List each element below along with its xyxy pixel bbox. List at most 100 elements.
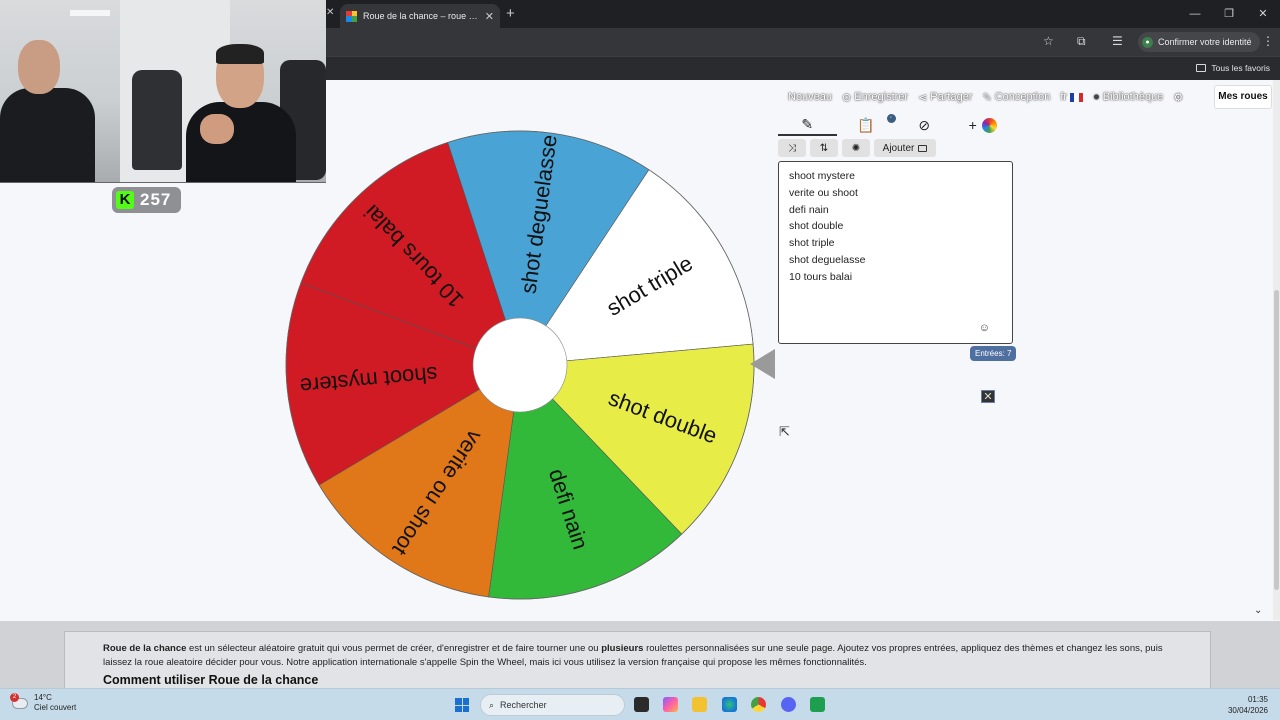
browser-tab[interactable]: Roue de la chance – roue aléatoire ✕ <box>340 4 500 28</box>
webcam-overlay <box>0 0 326 183</box>
close-tab-icon[interactable]: ✕ <box>326 7 334 18</box>
search-placeholder: Rechercher <box>500 700 547 710</box>
site-nav: Nouveau ⊙ Enregistrer ⋖ Partager ✎ Concepti… <box>788 86 1183 108</box>
save-link[interactable]: ⊙ Enregistrer <box>842 91 908 104</box>
search-icon: ⌕ <box>489 699 495 710</box>
entry-line: shot triple <box>789 237 835 250</box>
image-icon <box>918 144 928 152</box>
ai-button[interactable]: ✺ <box>842 139 870 157</box>
info-heading: Comment utiliser Roue de la chance <box>103 673 319 687</box>
clock-time: 01:35 <box>1247 695 1268 704</box>
app-icon[interactable] <box>810 697 825 712</box>
tab-title: Roue de la chance – roue aléatoire <box>363 11 479 21</box>
france-flag-icon <box>1070 92 1084 102</box>
eye-slash-icon: ⊘ <box>918 116 931 133</box>
globe-icon: ● <box>1093 91 1100 103</box>
maximize-button[interactable]: ❐ <box>1212 0 1246 28</box>
kick-logo-icon: K <box>116 191 134 209</box>
shuffle-icon: ⤨ <box>788 142 796 154</box>
webcam-person-left <box>0 40 95 182</box>
identity-label: Confirmer votre identité <box>1158 37 1252 47</box>
sort-button[interactable]: ⇅ <box>810 139 838 157</box>
page-scrollbar[interactable] <box>1273 80 1280 620</box>
chevron-down-icon[interactable]: ⌄ <box>1254 605 1262 616</box>
reading-list-icon[interactable]: ☰ <box>1112 34 1123 48</box>
mouse-cursor-icon: ⇱ <box>779 424 790 439</box>
info-panel: Roue de la chance est un sélecteur aléat… <box>64 631 1211 691</box>
pencil-icon: ✎ <box>801 115 814 132</box>
panel-tabs: ✎ 📋 ◦ ⊘ + <box>778 114 1012 136</box>
close-icon[interactable]: ✕ <box>981 390 995 403</box>
wheel-pointer-icon <box>750 349 775 379</box>
system-clock[interactable]: 01:35 30/04/2026 <box>1228 694 1268 716</box>
info-paragraph: Roue de la chance est un sélecteur aléat… <box>103 643 1163 668</box>
site-favicon-icon <box>346 10 357 22</box>
weather-condition: Ciel couvert <box>34 703 77 712</box>
windows-start-icon[interactable] <box>455 698 469 712</box>
entry-line: verite ou shoot <box>789 186 858 199</box>
kick-follower-badge: K 257 <box>112 187 181 213</box>
emoji-icon[interactable]: ☺ <box>979 322 990 334</box>
weather-widget[interactable]: 2 14°C Ciel couvert <box>10 692 77 713</box>
entries-textarea[interactable]: shoot mystere verite ou shoot defi nain … <box>778 161 1013 344</box>
color-palette-icon <box>981 117 997 133</box>
share-icon: ⋖ <box>918 91 928 104</box>
tab-hide[interactable]: ⊘ <box>895 114 954 136</box>
close-window-button[interactable]: ✕ <box>1246 0 1280 28</box>
file-explorer-icon[interactable] <box>692 697 707 712</box>
all-bookmarks-label: Tous les favoris <box>1211 63 1270 73</box>
my-wheels-button[interactable]: Mes roues <box>1214 85 1272 109</box>
browser-menu-icon[interactable]: ⋮ <box>1262 34 1274 48</box>
design-link[interactable]: ✎ Conception <box>982 91 1050 104</box>
edge-icon[interactable] <box>722 697 737 712</box>
entry-line: shot deguelasse <box>789 253 866 266</box>
discord-icon[interactable] <box>781 697 796 712</box>
entry-line: defi nain <box>789 203 829 216</box>
taskbar-search[interactable]: ⌕ Rechercher <box>480 694 625 716</box>
tab-add-wheel[interactable]: + <box>954 114 1013 136</box>
notification-badge: 2 <box>10 692 19 702</box>
clipboard-icon: 📋 <box>857 116 875 133</box>
share-link[interactable]: ⋖ Partager <box>918 91 972 104</box>
save-icon: ⊙ <box>842 91 852 104</box>
temperature: 14°C <box>34 693 52 702</box>
windows-taskbar: 2 14°C Ciel couvert ⌕ Rechercher 01:35 30… <box>0 688 1280 720</box>
tab-edit[interactable]: ✎ <box>778 114 837 136</box>
settings-gear-icon[interactable]: ⚙ <box>1173 91 1183 104</box>
extensions-icon[interactable]: ⧉ <box>1077 34 1086 49</box>
window-controls: — ❐ ✕ <box>1178 0 1280 28</box>
webcam-chair <box>132 70 182 170</box>
tab-results[interactable]: 📋 ◦ <box>837 114 896 136</box>
chrome-icon[interactable] <box>751 697 766 712</box>
language-selector[interactable]: fr <box>1060 91 1084 103</box>
entry-tools: ⤨ ⇅ ✺ Ajouter <box>778 139 936 157</box>
wheel-svg[interactable]: shot deguelasse shot tripleshot doubledef… <box>280 125 760 605</box>
shuffle-button[interactable]: ⤨ <box>778 139 806 157</box>
wheel-center[interactable] <box>472 317 568 413</box>
bookmark-star-icon[interactable]: ☆ <box>1043 34 1054 48</box>
entry-line: 10 tours balai <box>789 270 853 283</box>
task-view-icon[interactable] <box>634 697 649 712</box>
entry-line: shot double <box>789 220 844 233</box>
identity-button[interactable]: ● Confirmer votre identité <box>1138 32 1260 52</box>
wheel[interactable]: shot deguelasse shot triple shot double def… <box>280 125 760 605</box>
openai-icon: ✺ <box>851 142 861 154</box>
pencil-icon: ✎ <box>982 91 992 104</box>
new-tab-button[interactable]: + <box>506 5 515 22</box>
plus-icon: + <box>968 117 977 133</box>
webcam-ceiling-light <box>70 10 110 16</box>
entry-line: shoot mystere <box>789 170 855 182</box>
profile-avatar-icon: ● <box>1142 36 1153 48</box>
all-bookmarks-button[interactable]: Tous les favoris <box>1196 63 1270 73</box>
cloud-icon: 2 <box>10 692 28 709</box>
add-image-button[interactable]: Ajouter <box>874 139 936 157</box>
new-wheel-link[interactable]: Nouveau <box>788 91 832 103</box>
clock-date: 30/04/2026 <box>1227 706 1268 715</box>
folder-icon <box>1196 64 1207 72</box>
entries-count-badge: Entrées: 7 <box>970 346 1017 361</box>
sort-icon: ⇅ <box>819 142 829 154</box>
gallery-link[interactable]: ● Bibliothèque <box>1093 91 1163 103</box>
copilot-icon[interactable] <box>663 697 678 712</box>
minimize-button[interactable]: — <box>1178 0 1212 28</box>
close-tab-icon[interactable]: ✕ <box>485 10 494 23</box>
